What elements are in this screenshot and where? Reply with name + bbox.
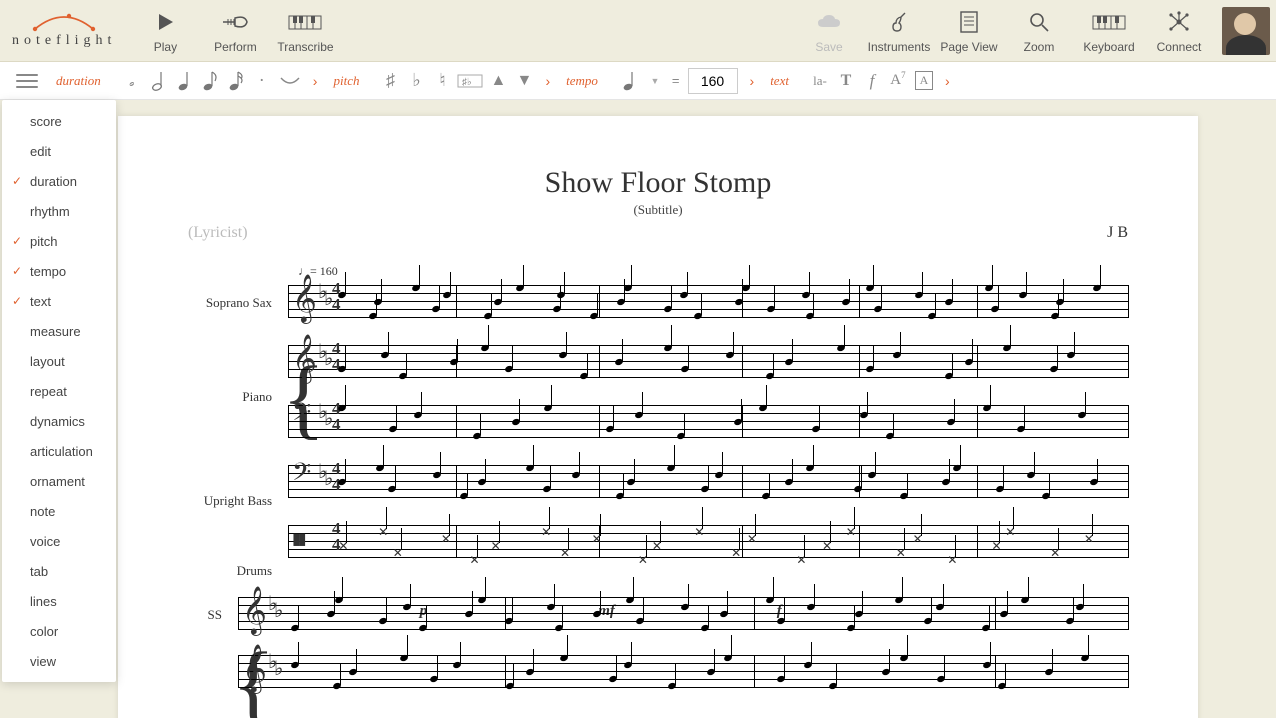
menu-item-measure[interactable]: measure: [2, 316, 116, 346]
logo-text: noteflight: [12, 33, 116, 49]
menu-item-articulation[interactable]: articulation: [2, 436, 116, 466]
duration-more[interactable]: ›: [305, 73, 326, 89]
transcribe-button[interactable]: Transcribe: [270, 8, 340, 54]
menu-item-duration[interactable]: duration: [2, 166, 116, 196]
instrument-label: SS: [182, 607, 222, 623]
menu-button[interactable]: [16, 70, 38, 92]
menu-item-dynamics[interactable]: dynamics: [2, 406, 116, 436]
tempo-more[interactable]: ›: [742, 73, 763, 89]
user-avatar[interactable]: [1222, 7, 1270, 55]
trumpet-icon: [221, 8, 249, 36]
palette-menu: scoreeditdurationrhythmpitchtempotextmea…: [2, 100, 116, 682]
octave-down-icon[interactable]: ▼: [511, 68, 537, 94]
menu-item-note[interactable]: note: [2, 496, 116, 526]
tempo-note-icon[interactable]: [616, 68, 642, 94]
tempo-input[interactable]: [688, 68, 738, 94]
menu-item-repeat[interactable]: repeat: [2, 376, 116, 406]
instruments-button[interactable]: Instruments: [864, 8, 934, 54]
network-icon: [1167, 8, 1191, 36]
svg-text:♯♭: ♯♭: [462, 77, 472, 88]
tempo-marking[interactable]: ♩= 160: [298, 264, 1128, 279]
play-button[interactable]: Play: [130, 8, 200, 54]
menu-item-pitch[interactable]: pitch: [2, 226, 116, 256]
zoom-button[interactable]: Zoom: [1004, 8, 1074, 54]
pageview-button[interactable]: Page View: [934, 8, 1004, 54]
save-button[interactable]: Save: [794, 8, 864, 54]
sharp-icon[interactable]: ♯: [377, 68, 403, 94]
keyboard-button[interactable]: Keyboard: [1074, 8, 1144, 54]
equals-sign: =: [672, 73, 680, 88]
text-icon[interactable]: T: [833, 68, 859, 94]
enharmonic-icon[interactable]: ♯♭: [455, 68, 485, 94]
flat-icon[interactable]: ♭: [403, 68, 429, 94]
menu-item-ornament[interactable]: ornament: [2, 466, 116, 496]
tie-icon[interactable]: [275, 68, 305, 94]
text-section-label: text: [770, 73, 789, 89]
piano-keys-icon: [288, 8, 322, 36]
half-note-icon[interactable]: [145, 68, 171, 94]
score-page: Show Floor Stomp (Subtitle) (Lyricist) J…: [118, 116, 1198, 718]
menu-item-tab[interactable]: tab: [2, 556, 116, 586]
eighth-note-icon[interactable]: [197, 68, 223, 94]
pitch-section-label: pitch: [333, 73, 359, 89]
dot-icon[interactable]: ·: [249, 68, 275, 94]
menu-item-tempo[interactable]: tempo: [2, 256, 116, 286]
sixteenth-note-icon[interactable]: [223, 68, 249, 94]
menu-item-view[interactable]: view: [2, 646, 116, 676]
octave-up-icon[interactable]: ▲: [485, 68, 511, 94]
palette-toolbar: duration 𝅗 · › pitch ♯ ♭ ♮ ♯♭ ▲ ▼ › temp…: [0, 62, 1276, 100]
tempo-dropdown-icon[interactable]: ▼: [642, 68, 668, 94]
menu-item-text[interactable]: text: [2, 286, 116, 316]
play-icon: [155, 8, 175, 36]
top-toolbar: noteflight Play Perform Transcribe Save …: [0, 0, 1276, 62]
pitch-more[interactable]: ›: [537, 73, 558, 89]
menu-item-lines[interactable]: lines: [2, 586, 116, 616]
natural-icon[interactable]: ♮: [429, 68, 455, 94]
guitar-icon: [887, 8, 911, 36]
text-more[interactable]: ›: [937, 73, 958, 89]
instrument-label: Piano: [182, 389, 272, 405]
lyricist-field[interactable]: (Lyricist): [188, 224, 248, 242]
rehearsal-mark-icon[interactable]: A: [911, 68, 937, 94]
instrument-label: Upright Bass: [182, 493, 272, 509]
system-2: SS𝄞♭♭{𝄞♭♭: [188, 593, 1128, 693]
instrument-label: Soprano Sax: [182, 295, 272, 311]
chord-icon[interactable]: A7: [885, 68, 911, 94]
cloud-icon: [816, 8, 842, 36]
score-subtitle[interactable]: (Subtitle): [188, 202, 1128, 218]
logo[interactable]: noteflight: [12, 13, 116, 49]
keyboard-icon: [1092, 8, 1126, 36]
menu-item-layout[interactable]: layout: [2, 346, 116, 376]
dynamics-icon[interactable]: f: [859, 68, 885, 94]
composer-field[interactable]: J B: [1107, 224, 1128, 242]
perform-button[interactable]: Perform: [200, 8, 270, 54]
system-1: Soprano Sax𝄞♭♭44{Piano𝄞♭♭44𝄢♭♭44Upright …: [188, 281, 1128, 563]
menu-item-edit[interactable]: edit: [2, 136, 116, 166]
menu-item-score[interactable]: score: [2, 106, 116, 136]
whole-note-icon[interactable]: 𝅗: [119, 68, 145, 94]
magnifier-icon: [1028, 8, 1050, 36]
tempo-section-label: tempo: [566, 73, 598, 89]
menu-item-color[interactable]: color: [2, 616, 116, 646]
menu-item-voice[interactable]: voice: [2, 526, 116, 556]
instrument-label: Drums: [182, 563, 272, 579]
menu-item-rhythm[interactable]: rhythm: [2, 196, 116, 226]
score-title[interactable]: Show Floor Stomp: [188, 166, 1128, 200]
quarter-note-icon[interactable]: [171, 68, 197, 94]
duration-section-label: duration: [56, 73, 101, 89]
lyric-icon[interactable]: la-: [807, 68, 833, 94]
score-viewport[interactable]: Show Floor Stomp (Subtitle) (Lyricist) J…: [0, 100, 1276, 718]
connect-button[interactable]: Connect: [1144, 8, 1214, 54]
page-icon: [959, 8, 979, 36]
